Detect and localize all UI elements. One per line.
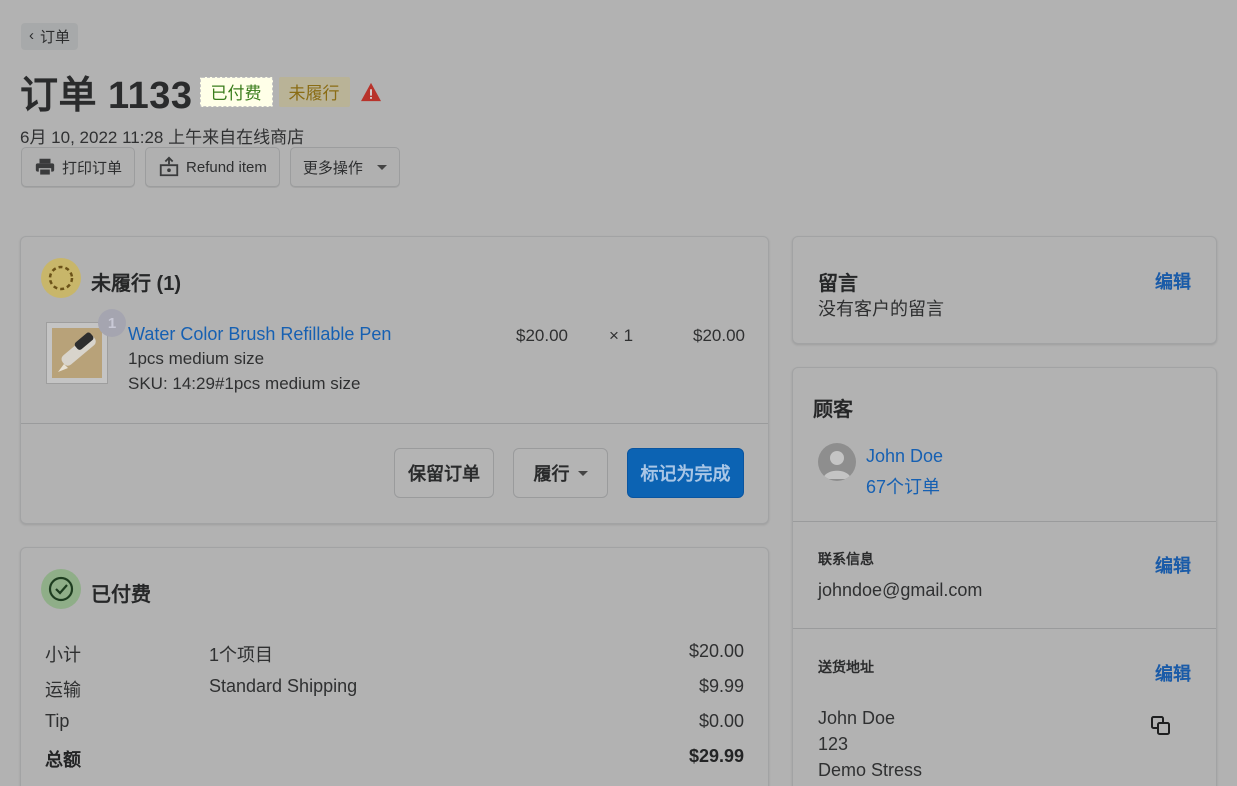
more-actions-label: 更多操作 [302, 159, 363, 177]
notes-title: 留言 [818, 273, 858, 295]
hold-order-button[interactable]: 保留订单 [394, 448, 494, 498]
quantity-badge: 1 [98, 309, 126, 337]
line-item: 1 Water Color Brush Refillable Pen 1pcs … [45, 309, 745, 402]
mark-complete-button[interactable]: 标记为完成 [627, 448, 744, 498]
unfulfilled-title: 未履行 (1) [91, 273, 181, 295]
paid-title: 已付费 [91, 584, 151, 606]
customer-orders-link[interactable]: 67个订单 [866, 473, 940, 499]
copy-icon[interactable] [1150, 715, 1172, 737]
payment-row-amount: $29.99 [688, 746, 744, 766]
payment-row-detail: 1个项目 [209, 645, 274, 665]
paid-card: 已付费 小计 1个项目 $20.00 运输 Standard Shipping … [20, 547, 769, 786]
status-badge-paid: 已付费 [199, 76, 273, 107]
quantity-multiplier: × 1 [609, 326, 634, 345]
back-button[interactable]: ‹ 订单 [21, 23, 79, 50]
payment-row-subtotal: 小计 1个项目 $20.00 [45, 641, 744, 667]
payment-row-tip: Tip $0.00 [45, 711, 744, 732]
check-circle-icon [48, 576, 74, 602]
shipping-edit-link[interactable]: 编辑 [1155, 660, 1191, 686]
print-order-button[interactable]: 打印订单 [21, 147, 136, 187]
payment-row-detail: Standard Shipping [209, 676, 358, 696]
order-date: 6月 10, 2022 11:28 上午来自在线商店 [20, 128, 305, 147]
notes-edit-link[interactable]: 编辑 [1155, 268, 1191, 294]
avatar [818, 443, 856, 481]
fulfill-label: 履行 [533, 464, 570, 484]
payment-row-label: 运输 [45, 680, 81, 700]
customer-email: johndoe@gmail.com [818, 580, 983, 600]
payment-row-total: 总额 $29.99 [45, 746, 744, 772]
paid-status-icon [41, 569, 81, 609]
address-line: 123 [818, 734, 849, 754]
back-label: 订单 [40, 29, 71, 46]
contact-info-label: 联系信息 [818, 551, 874, 567]
payment-row-amount: $9.99 [698, 676, 744, 696]
printer-icon [35, 158, 55, 176]
product-sku: SKU: 14:29#1pcs medium size [128, 374, 361, 393]
product-variant: 1pcs medium size [128, 349, 265, 368]
notes-card: 留言 编辑 没有客户的留言 [792, 236, 1217, 344]
payment-row-label: 总额 [45, 750, 81, 770]
print-order-label: 打印订单 [62, 159, 123, 177]
address-line: John Doe [818, 708, 896, 728]
caret-down-icon [577, 470, 588, 476]
payment-row-amount: $20.00 [688, 641, 744, 661]
warning-icon [360, 82, 381, 101]
card-divider [793, 521, 1216, 522]
customer-card: 顾客 John Doe 67个订单 联系信息 编辑 johndoe@gmail.… [792, 367, 1217, 786]
toolbar: 打印订单 Refund item 更多操作 [21, 147, 400, 187]
address-line: Demo Stress [818, 760, 923, 780]
shipping-address-label: 送货地址 [818, 659, 874, 675]
payment-row-label: Tip [45, 711, 70, 731]
fulfill-button[interactable]: 履行 [513, 448, 608, 498]
payment-row-amount: $0.00 [698, 711, 744, 731]
unfulfilled-status-icon [41, 258, 81, 298]
payment-row-detail [209, 711, 699, 732]
customer-title: 顾客 [813, 399, 853, 421]
title-row: 订单 1133 已付费 未履行 [20, 64, 382, 119]
unit-price: $20.00 [516, 326, 568, 345]
card-divider [21, 423, 768, 424]
more-actions-button[interactable]: 更多操作 [289, 147, 400, 187]
product-name-link[interactable]: Water Color Brush Refillable Pen [128, 324, 391, 345]
card-divider [793, 628, 1216, 629]
contact-edit-link[interactable]: 编辑 [1155, 552, 1191, 578]
payment-row-shipping: 运输 Standard Shipping $9.99 [45, 676, 744, 702]
refund-icon [159, 156, 179, 177]
unfulfilled-card: 未履行 (1) 1 Water Color Brush Refillable P… [20, 236, 769, 524]
notes-body: 没有客户的留言 [818, 299, 944, 319]
refund-item-button[interactable]: Refund item [145, 147, 280, 187]
refund-item-label: Refund item [186, 158, 267, 176]
customer-name-link[interactable]: John Doe [866, 446, 943, 467]
payment-row-detail [209, 746, 689, 772]
caret-down-icon [376, 164, 387, 170]
status-badge-unfulfilled: 未履行 [278, 76, 350, 107]
product-image[interactable] [46, 322, 108, 384]
page-title: 订单 1133 [20, 75, 193, 117]
payment-row-label: 小计 [45, 645, 81, 665]
line-total: $20.00 [693, 326, 745, 345]
chevron-left-icon: ‹ [29, 27, 34, 44]
